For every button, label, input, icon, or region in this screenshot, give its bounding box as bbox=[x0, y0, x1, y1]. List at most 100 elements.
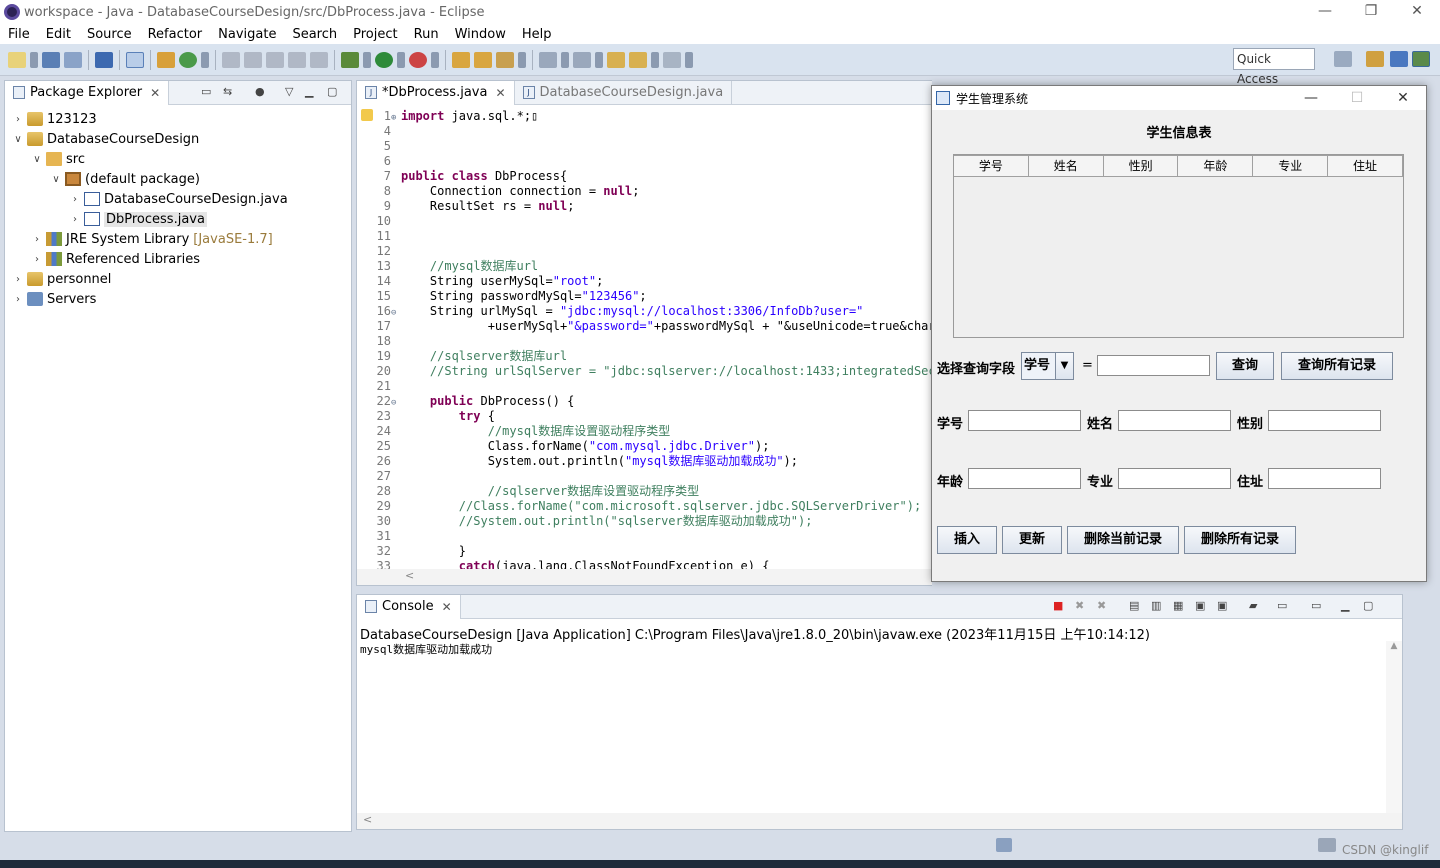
terminate-icon[interactable]: ■ bbox=[1053, 599, 1063, 612]
code-line[interactable]: 6 bbox=[357, 154, 932, 169]
code-line[interactable]: 31 bbox=[357, 529, 932, 544]
external-tools-icon[interactable] bbox=[409, 51, 427, 68]
link-with-editor-icon[interactable]: ⇆ bbox=[223, 85, 232, 98]
id-input[interactable] bbox=[968, 410, 1081, 431]
debug-icon[interactable] bbox=[341, 51, 359, 68]
forward-arrow-icon[interactable] bbox=[663, 51, 681, 68]
open-type-icon[interactable] bbox=[222, 51, 240, 68]
chevron-down-icon[interactable] bbox=[30, 51, 38, 68]
code-line[interactable]: 14 String userMySql="root"; bbox=[357, 274, 932, 289]
display-console-icon[interactable]: ▭ bbox=[1277, 599, 1287, 612]
code-line[interactable]: 9 ResultSet rs = null; bbox=[357, 199, 932, 214]
tab-package-explorer[interactable]: Package Explorer ✕ bbox=[5, 80, 170, 105]
chevron-down-icon[interactable] bbox=[397, 51, 405, 68]
focus-icon[interactable]: ● bbox=[255, 85, 265, 98]
open-console-icon[interactable]: ▭ bbox=[1311, 599, 1321, 612]
menu-navigate[interactable]: Navigate bbox=[210, 27, 284, 42]
minimize-button[interactable]: — bbox=[1302, 0, 1348, 24]
name-input[interactable] bbox=[1118, 410, 1231, 431]
chevron-right-icon[interactable]: › bbox=[11, 114, 25, 125]
tree-item[interactable]: › DatabaseCourseDesign.java bbox=[5, 189, 351, 209]
last-edit-icon[interactable] bbox=[607, 51, 625, 68]
status-icon[interactable] bbox=[996, 838, 1012, 852]
refresh-icon[interactable] bbox=[179, 51, 197, 68]
maximize-view-icon[interactable]: ▢ bbox=[327, 85, 337, 98]
menu-file[interactable]: File bbox=[0, 27, 38, 42]
new-icon[interactable] bbox=[8, 51, 26, 68]
column-header-sex[interactable]: 性别 bbox=[1103, 155, 1179, 177]
delete-current-button[interactable]: 删除当前记录 bbox=[1067, 526, 1179, 554]
close-tab-icon[interactable]: ✕ bbox=[150, 86, 160, 100]
code-line[interactable]: 30 //System.out.println("sqlserver数据库驱动加… bbox=[357, 514, 932, 529]
code-line[interactable]: 19 //sqlserver数据库url bbox=[357, 349, 932, 364]
column-header-major[interactable]: 专业 bbox=[1253, 155, 1329, 177]
menu-refactor[interactable]: Refactor bbox=[140, 27, 211, 42]
menu-edit[interactable]: Edit bbox=[38, 27, 79, 42]
code-line[interactable]: 15 String passwordMySql="123456"; bbox=[357, 289, 932, 304]
show-whitespace-icon[interactable] bbox=[310, 51, 328, 68]
pencil-icon[interactable] bbox=[496, 51, 514, 68]
code-line[interactable]: 1⊕ import java.sql.*;▯ bbox=[357, 109, 932, 124]
chevron-down-icon[interactable]: ∨ bbox=[11, 134, 25, 145]
update-button[interactable]: 更新 bbox=[1002, 526, 1062, 554]
tree-item[interactable]: ∨ (default package) bbox=[5, 169, 351, 189]
chevron-down-icon[interactable] bbox=[431, 51, 439, 68]
chevron-down-icon[interactable] bbox=[363, 51, 371, 68]
collapse-all-icon[interactable]: ▭ bbox=[201, 85, 211, 98]
chevron-right-icon[interactable]: › bbox=[11, 294, 25, 305]
column-header-name[interactable]: 姓名 bbox=[1028, 155, 1104, 177]
query-all-button[interactable]: 查询所有记录 bbox=[1281, 352, 1393, 380]
tab-databasecoursedesign-java[interactable]: J DatabaseCourseDesign.java bbox=[515, 80, 733, 105]
column-header-age[interactable]: 年龄 bbox=[1178, 155, 1254, 177]
code-line[interactable]: 25 Class.forName("com.mysql.jdbc.Driver"… bbox=[357, 439, 932, 454]
code-line[interactable]: 5 bbox=[357, 139, 932, 154]
code-line[interactable]: 13 //mysql数据库url bbox=[357, 259, 932, 274]
tab-console[interactable]: Console ✕ bbox=[357, 594, 461, 619]
query-field-select[interactable]: 学号 ▼ bbox=[1021, 352, 1074, 380]
remove-all-launches-icon[interactable]: ✖ bbox=[1097, 599, 1106, 612]
code-line[interactable]: 17 +userMySql+"&password="+passwordMySql… bbox=[357, 319, 932, 334]
progress-icon[interactable] bbox=[1318, 838, 1336, 852]
dialog-minimize-button[interactable]: — bbox=[1288, 86, 1334, 110]
tree-item[interactable]: › 123123 bbox=[5, 109, 351, 129]
chevron-right-icon[interactable]: › bbox=[68, 214, 82, 225]
dialog-close-button[interactable]: ✕ bbox=[1380, 86, 1426, 110]
tree-item[interactable]: › DbProcess.java bbox=[5, 209, 351, 229]
code-line[interactable]: 20 //String urlSqlServer = "jdbc:sqlserv… bbox=[357, 364, 932, 379]
address-input[interactable] bbox=[1268, 468, 1381, 489]
close-button[interactable]: ✕ bbox=[1394, 0, 1440, 24]
maximize-button[interactable]: ❐ bbox=[1348, 0, 1394, 24]
link-icon[interactable] bbox=[266, 51, 284, 68]
edit-icon[interactable] bbox=[244, 51, 262, 68]
code-line[interactable]: 33 catch(java.lang.ClassNotFoundExceptio… bbox=[357, 559, 932, 569]
pin-console-icon[interactable]: ▰ bbox=[1249, 599, 1257, 612]
open-file-icon[interactable] bbox=[474, 51, 492, 68]
show-on-output-icon[interactable]: ▣ bbox=[1195, 599, 1205, 612]
code-line[interactable]: 22⊖ public DbProcess() { bbox=[357, 394, 932, 409]
menu-run[interactable]: Run bbox=[406, 27, 447, 42]
code-line[interactable]: 7 public class DbProcess{ bbox=[357, 169, 932, 184]
chevron-down-icon[interactable]: ∨ bbox=[49, 174, 63, 185]
code-line[interactable]: 26 System.out.println("mysql数据库驱动加载成功"); bbox=[357, 454, 932, 469]
column-header-address[interactable]: 住址 bbox=[1328, 155, 1403, 177]
tree-item[interactable]: › personnel bbox=[5, 269, 351, 289]
menu-source[interactable]: Source bbox=[79, 27, 140, 42]
save-all-icon[interactable] bbox=[64, 51, 82, 68]
chevron-down-icon[interactable]: ∨ bbox=[30, 154, 44, 165]
code-line[interactable]: 32 } bbox=[357, 544, 932, 559]
menu-project[interactable]: Project bbox=[345, 27, 405, 42]
tree-item[interactable]: ∨ src bbox=[5, 149, 351, 169]
chevron-down-icon[interactable] bbox=[518, 51, 526, 68]
remove-launch-icon[interactable]: ✖ bbox=[1075, 599, 1084, 612]
minimize-view-icon[interactable]: ▁ bbox=[305, 85, 313, 98]
chevron-down-icon[interactable] bbox=[201, 51, 209, 68]
code-line[interactable]: 11 bbox=[357, 229, 932, 244]
chevron-down-icon[interactable] bbox=[595, 51, 603, 68]
console-output[interactable]: mysql数据库驱动加载成功 bbox=[357, 641, 1402, 657]
sex-input[interactable] bbox=[1268, 410, 1381, 431]
chevron-down-icon[interactable] bbox=[685, 51, 693, 68]
view-menu-icon[interactable]: ▽ bbox=[285, 85, 293, 98]
skip-breakpoints-icon[interactable] bbox=[126, 51, 144, 68]
menu-help[interactable]: Help bbox=[514, 27, 560, 42]
code-line[interactable]: 8 Connection connection = null; bbox=[357, 184, 932, 199]
